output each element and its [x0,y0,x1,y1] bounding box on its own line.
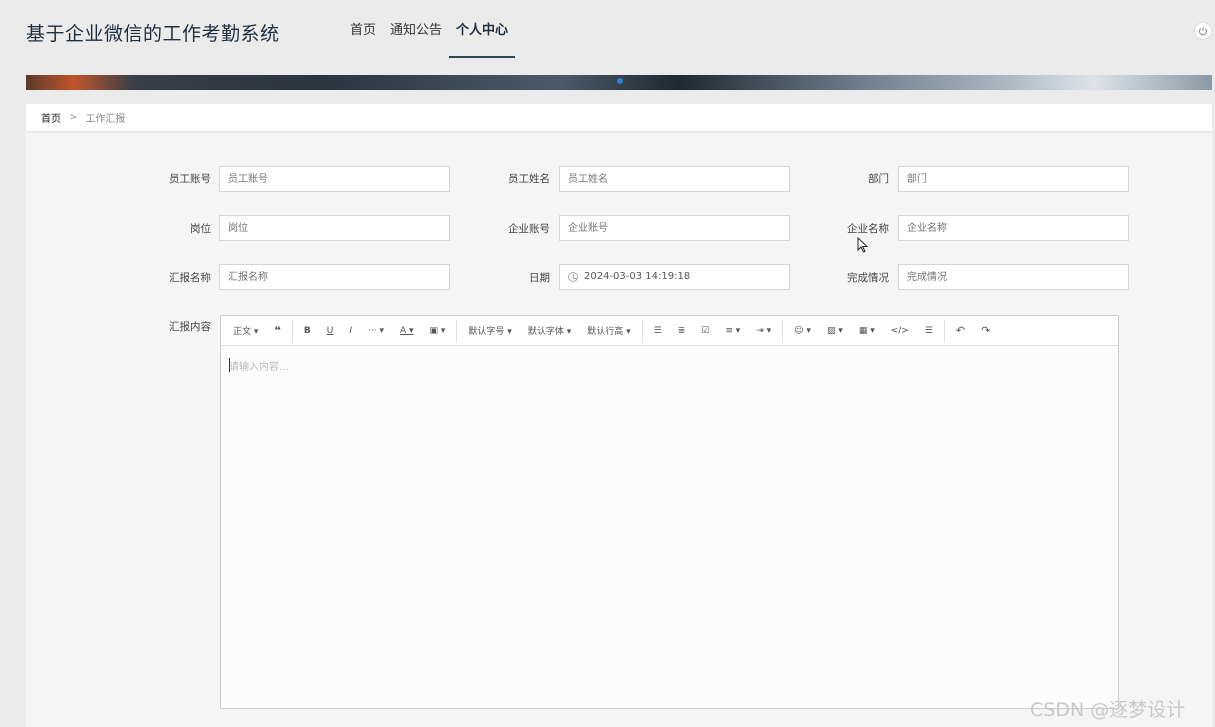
position-input[interactable] [219,215,450,241]
breadcrumb: 首页 > 工作汇报 [26,104,1212,132]
line-height-dropdown[interactable]: 默认行高 ▾ [579,324,638,337]
position-label: 岗位 [190,223,211,235]
text-caret [229,358,230,372]
background-color-icon[interactable]: ▣ ▾ [422,326,454,336]
toolbar-divider [291,319,293,342]
company-account-label: 企业账号 [508,223,550,235]
site-title: 基于企业微信的工作考勤系统 [26,23,280,45]
align-icon[interactable]: ≡ ▾ [717,326,748,336]
date-value: 2024-03-03 14:19:18 [584,271,691,282]
underline-icon[interactable]: U [319,326,342,336]
company-name-label: 企业名称 [847,223,889,235]
breadcrumb-home[interactable]: 首页 [41,110,61,125]
completion-status-label: 完成情况 [847,272,889,284]
employee-account-label: 员工账号 [169,173,211,185]
department-input[interactable] [898,166,1129,192]
nav-home[interactable]: 首页 [343,0,383,58]
italic-icon[interactable]: I [341,326,360,336]
editor-placeholder: 请输入内容... [229,362,289,373]
carousel-indicator[interactable] [617,78,623,84]
employee-name-input[interactable] [559,166,790,192]
completion-status-input[interactable] [898,264,1129,290]
editor-content-area[interactable]: 请输入内容... [221,346,1118,708]
redo-icon[interactable]: ↷ [973,324,998,337]
watermark: CSDN @逐梦设计 [1030,699,1186,721]
more-styles-icon[interactable]: ··· ▾ [360,326,392,336]
toolbar-divider [943,319,945,342]
paragraph-style-dropdown[interactable]: 正文 ▾ [225,324,266,337]
breadcrumb-separator: > [69,112,78,123]
nav-notices[interactable]: 通知公告 [383,0,449,58]
main-nav: 首页 通知公告 个人中心 [343,0,516,58]
undo-icon[interactable]: ↶ [948,324,973,337]
table-icon[interactable]: ▦ ▾ [851,326,883,336]
toolbar-divider [782,319,784,342]
breadcrumb-current: 工作汇报 [85,114,126,125]
font-size-dropdown[interactable]: 默认字号 ▾ [460,324,519,337]
employee-name-label: 员工姓名 [508,173,550,185]
indent-icon[interactable]: ⇥ ▾ [748,326,779,336]
toolbar-divider [456,319,458,342]
numbered-list-icon[interactable]: ≣ [670,326,694,336]
divider-line-icon[interactable]: ☰ [917,326,941,336]
bold-icon[interactable]: B [296,326,319,336]
date-label: 日期 [529,272,550,284]
report-name-input[interactable] [219,264,450,290]
department-label: 部门 [868,173,889,185]
top-header: 基于企业微信的工作考勤系统 首页 通知公告 个人中心 [0,0,1215,62]
company-account-input[interactable] [559,215,790,241]
bulleted-list-icon[interactable]: ☰ [646,326,670,336]
toolbar-divider [641,319,643,342]
report-name-label: 汇报名称 [169,272,211,284]
todo-checkbox-icon[interactable]: ☑ [693,326,717,336]
mouse-cursor-icon [857,237,869,253]
font-family-dropdown[interactable]: 默认字体 ▾ [520,324,579,337]
rich-text-editor: 正文 ▾ ❝ B U I ··· ▾ A ▾ ▣ ▾ 默认字号 ▾ 默认字体 ▾… [220,315,1119,709]
quote-icon[interactable]: ❝ [266,324,288,337]
image-icon[interactable]: ▨ ▾ [819,326,851,336]
report-form-panel: 员工账号 员工姓名 部门 岗位 企业账号 企业名称 汇报名称 日期 2024-0… [26,133,1212,727]
power-icon [1199,27,1207,36]
nav-personal-center[interactable]: 个人中心 [449,0,516,58]
clock-icon [568,272,578,282]
date-picker-input[interactable]: 2024-03-03 14:19:18 [559,264,790,290]
report-content-label: 汇报内容 [169,321,211,333]
emoji-icon[interactable]: ☺ ▾ [786,326,819,336]
logout-button[interactable] [1194,22,1212,40]
editor-toolbar: 正文 ▾ ❝ B U I ··· ▾ A ▾ ▣ ▾ 默认字号 ▾ 默认字体 ▾… [221,316,1118,346]
employee-account-input[interactable] [219,166,450,192]
company-name-input[interactable] [898,215,1129,241]
code-icon[interactable]: </> [883,326,917,336]
font-color-icon[interactable]: A ▾ [392,326,422,336]
